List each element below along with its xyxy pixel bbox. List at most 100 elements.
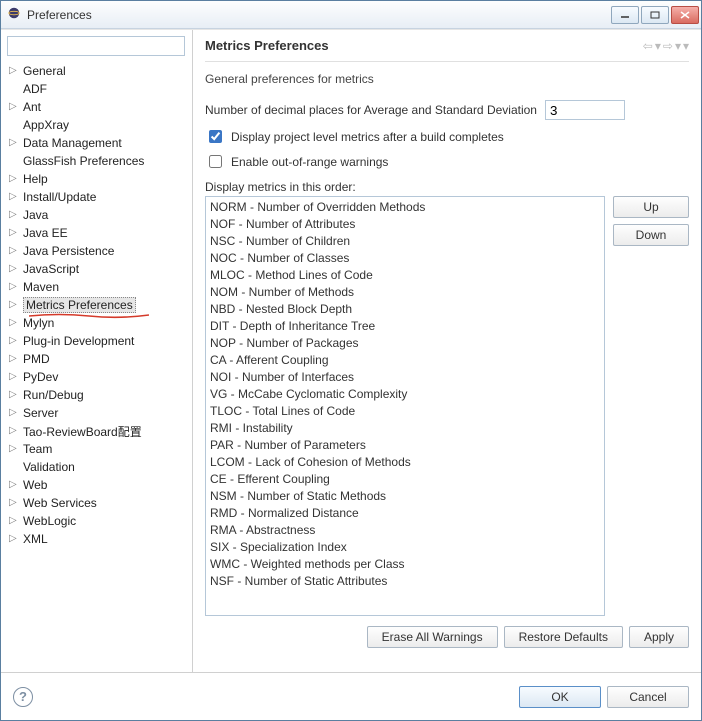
out-of-range-checkbox[interactable] xyxy=(209,155,222,168)
expand-arrow-icon[interactable]: ▷ xyxy=(9,263,17,274)
nav-menu-icon[interactable]: ▾ xyxy=(683,39,689,53)
sidebar-item-server[interactable]: ▷Server xyxy=(7,404,192,422)
metric-item[interactable]: NSF - Number of Static Attributes xyxy=(210,573,600,590)
cancel-button[interactable]: Cancel xyxy=(607,686,689,708)
expand-arrow-icon[interactable]: ▷ xyxy=(9,101,17,112)
metric-item[interactable]: MLOC - Method Lines of Code xyxy=(210,267,600,284)
metric-item[interactable]: NSM - Number of Static Methods xyxy=(210,488,600,505)
maximize-button[interactable] xyxy=(641,6,669,24)
nav-forward-icon[interactable]: ⇨ xyxy=(663,39,673,53)
sidebar-item-plug-in-development[interactable]: ▷Plug-in Development xyxy=(7,332,192,350)
expand-arrow-icon[interactable]: ▷ xyxy=(9,425,17,436)
metric-item[interactable]: NOC - Number of Classes xyxy=(210,250,600,267)
metric-item[interactable]: RMI - Instability xyxy=(210,420,600,437)
metric-item[interactable]: VG - McCabe Cyclomatic Complexity xyxy=(210,386,600,403)
metrics-listbox[interactable]: NORM - Number of Overridden MethodsNOF -… xyxy=(205,196,605,616)
sidebar-item-javascript[interactable]: ▷JavaScript xyxy=(7,260,192,278)
metric-item[interactable]: NOF - Number of Attributes xyxy=(210,216,600,233)
metric-item[interactable]: NBD - Nested Block Depth xyxy=(210,301,600,318)
metric-item[interactable]: NORM - Number of Overridden Methods xyxy=(210,199,600,216)
metric-item[interactable]: SIX - Specialization Index xyxy=(210,539,600,556)
sidebar-item-label: Ant xyxy=(23,100,41,114)
expand-arrow-icon[interactable]: ▷ xyxy=(9,389,17,400)
expand-arrow-icon[interactable]: ▷ xyxy=(9,533,17,544)
sidebar-item-xml[interactable]: ▷ XML xyxy=(7,530,192,548)
nav-forward-menu-icon[interactable]: ▾ xyxy=(675,39,681,53)
metric-item[interactable]: CE - Efferent Coupling xyxy=(210,471,600,488)
sidebar-item-glassfish-preferences[interactable]: GlassFish Preferences xyxy=(7,152,192,170)
metric-item[interactable]: WMC - Weighted methods per Class xyxy=(210,556,600,573)
metric-item[interactable]: NSC - Number of Children xyxy=(210,233,600,250)
sidebar-item-pydev[interactable]: ▷PyDev xyxy=(7,368,192,386)
sidebar-item-metrics-preferences[interactable]: ▷Metrics Preferences xyxy=(7,296,192,314)
sidebar-item-tao-reviewboard-[interactable]: ▷Tao-ReviewBoard配置 xyxy=(7,422,192,440)
expand-arrow-icon[interactable]: ▷ xyxy=(9,281,17,292)
metric-item[interactable]: PAR - Number of Parameters xyxy=(210,437,600,454)
sidebar-item-ant[interactable]: ▷ Ant xyxy=(7,98,192,116)
help-icon[interactable]: ? xyxy=(13,687,33,707)
expand-arrow-icon[interactable]: ▷ xyxy=(9,407,17,418)
sidebar-item-pmd[interactable]: ▷PMD xyxy=(7,350,192,368)
metric-item[interactable]: RMD - Normalized Distance xyxy=(210,505,600,522)
expand-arrow-icon[interactable]: ▷ xyxy=(9,515,17,526)
expand-arrow-icon[interactable]: ▷ xyxy=(9,371,17,382)
expand-arrow-icon[interactable]: ▷ xyxy=(9,497,17,508)
sidebar-item-appxray[interactable]: AppXray xyxy=(7,116,192,134)
display-project-checkbox[interactable] xyxy=(209,130,222,143)
apply-button[interactable]: Apply xyxy=(629,626,689,648)
decimals-input[interactable] xyxy=(545,100,625,120)
display-project-label[interactable]: Display project level metrics after a bu… xyxy=(231,130,504,144)
sidebar-item-mylyn[interactable]: ▷Mylyn xyxy=(7,314,192,332)
out-of-range-label[interactable]: Enable out-of-range warnings xyxy=(231,155,388,169)
sidebar-item-weblogic[interactable]: ▷WebLogic xyxy=(7,512,192,530)
minimize-button[interactable] xyxy=(611,6,639,24)
metric-item[interactable]: NOP - Number of Packages xyxy=(210,335,600,352)
nav-back-menu-icon[interactable]: ▾ xyxy=(655,39,661,53)
expand-arrow-icon[interactable]: ▷ xyxy=(9,137,17,148)
expand-arrow-icon[interactable]: ▷ xyxy=(9,209,17,220)
metric-item[interactable]: LCOM - Lack of Cohesion of Methods xyxy=(210,454,600,471)
sidebar-item-help[interactable]: ▷Help xyxy=(7,170,192,188)
expand-arrow-icon[interactable]: ▷ xyxy=(9,443,17,454)
expand-arrow-icon[interactable]: ▷ xyxy=(9,245,17,256)
sidebar-item-java[interactable]: ▷Java xyxy=(7,206,192,224)
expand-arrow-icon[interactable]: ▷ xyxy=(9,227,17,238)
sidebar-item-data-management[interactable]: ▷Data Management xyxy=(7,134,192,152)
sidebar-item-web[interactable]: ▷Web xyxy=(7,476,192,494)
ok-button[interactable]: OK xyxy=(519,686,601,708)
expand-arrow-icon[interactable]: ▷ xyxy=(9,353,17,364)
nav-history: ⇦ ▾ ⇨ ▾ ▾ xyxy=(643,39,689,53)
up-button[interactable]: Up xyxy=(613,196,689,218)
expand-arrow-icon[interactable]: ▷ xyxy=(9,335,17,346)
sidebar-item-web-services[interactable]: ▷Web Services xyxy=(7,494,192,512)
expand-arrow-icon[interactable]: ▷ xyxy=(9,65,17,76)
erase-warnings-button[interactable]: Erase All Warnings xyxy=(367,626,498,648)
sidebar-item-java-persistence[interactable]: ▷Java Persistence xyxy=(7,242,192,260)
filter-input[interactable] xyxy=(7,36,185,56)
metric-item[interactable]: NOI - Number of Interfaces xyxy=(210,369,600,386)
sidebar-item-general[interactable]: ▷General xyxy=(7,62,192,80)
nav-back-icon[interactable]: ⇦ xyxy=(643,39,653,53)
sidebar-item-label: XML xyxy=(23,532,48,546)
down-button[interactable]: Down xyxy=(613,224,689,246)
sidebar-item-team[interactable]: ▷Team xyxy=(7,440,192,458)
close-button[interactable] xyxy=(671,6,699,24)
sidebar-item-validation[interactable]: Validation xyxy=(7,458,192,476)
expand-arrow-icon[interactable]: ▷ xyxy=(9,191,17,202)
metric-item[interactable]: RMA - Abstractness xyxy=(210,522,600,539)
expand-arrow-icon[interactable]: ▷ xyxy=(9,317,17,328)
sidebar-item-java-ee[interactable]: ▷Java EE xyxy=(7,224,192,242)
sidebar-item-adf[interactable]: ADF xyxy=(7,80,192,98)
sidebar-item-run-debug[interactable]: ▷Run/Debug xyxy=(7,386,192,404)
sidebar-item-install-update[interactable]: ▷Install/Update xyxy=(7,188,192,206)
restore-defaults-button[interactable]: Restore Defaults xyxy=(504,626,623,648)
metric-item[interactable]: NOM - Number of Methods xyxy=(210,284,600,301)
category-tree[interactable]: ▷GeneralADF ▷ Ant AppXray▷Data ManagementGl… xyxy=(7,62,192,666)
expand-arrow-icon[interactable]: ▷ xyxy=(9,299,17,310)
sidebar-item-maven[interactable]: ▷Maven xyxy=(7,278,192,296)
metric-item[interactable]: CA - Afferent Coupling xyxy=(210,352,600,369)
expand-arrow-icon[interactable]: ▷ xyxy=(9,173,17,184)
expand-arrow-icon[interactable]: ▷ xyxy=(9,479,17,490)
metric-item[interactable]: TLOC - Total Lines of Code xyxy=(210,403,600,420)
metric-item[interactable]: DIT - Depth of Inheritance Tree xyxy=(210,318,600,335)
